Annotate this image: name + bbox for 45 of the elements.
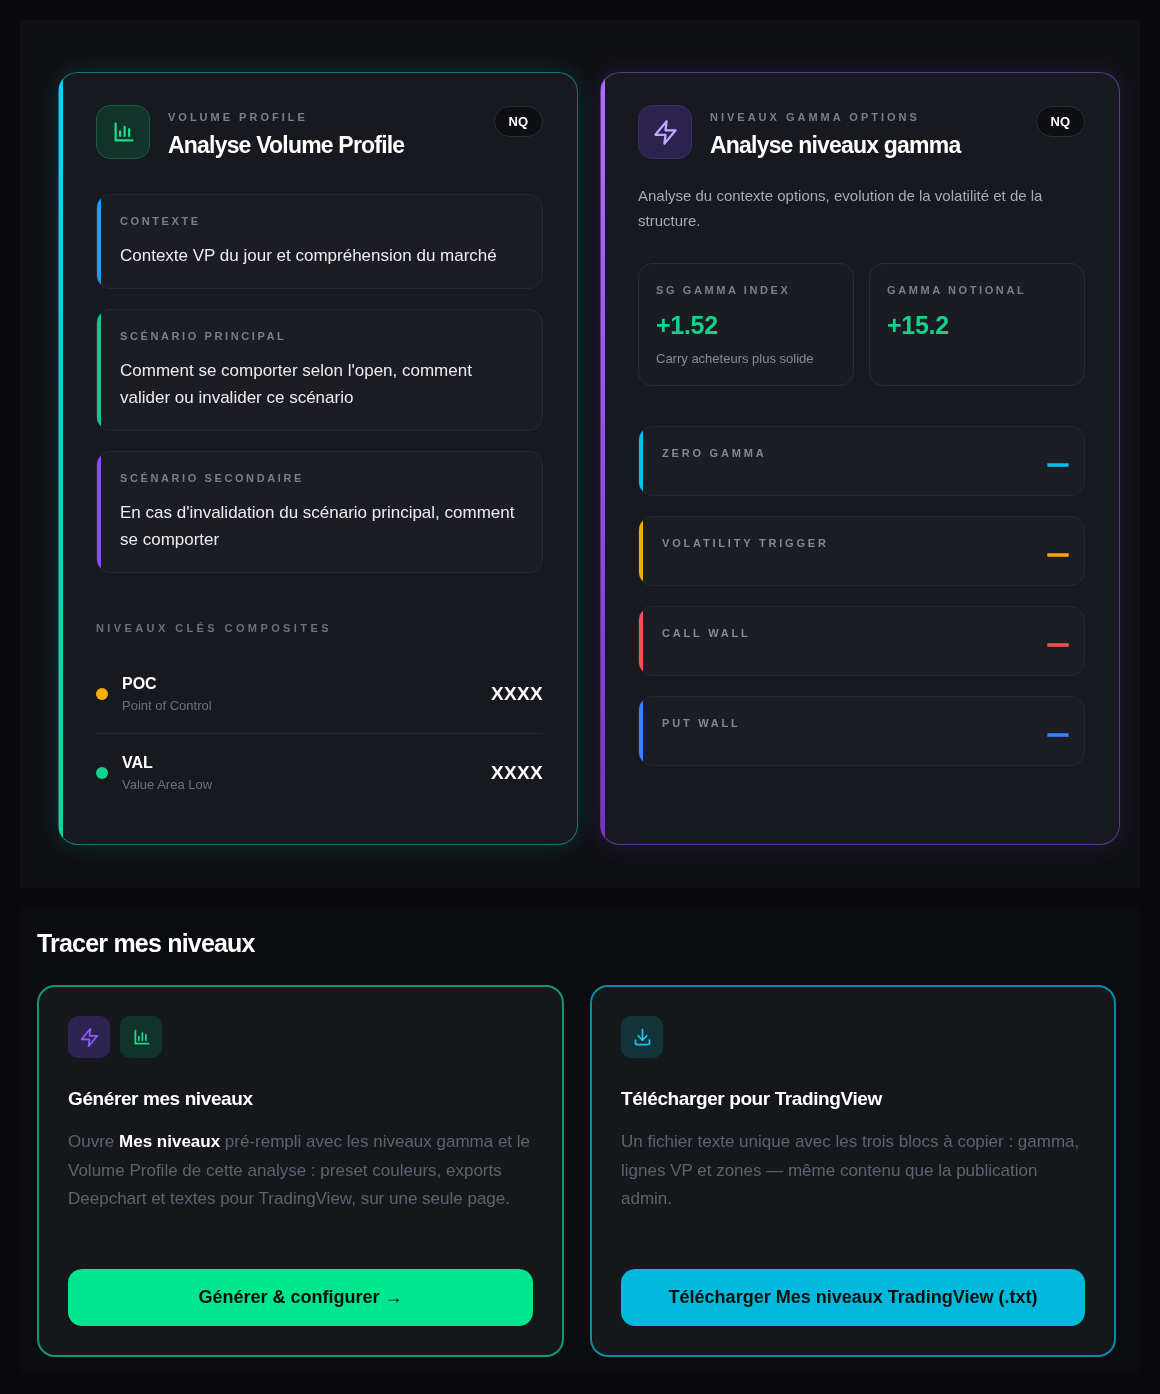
metric-value: +15.2 [887,310,950,340]
note-label: CONTEXTE [120,214,202,228]
card-title: Analyse niveaux gamma [710,131,963,159]
note-label: SCÉNARIO SECONDAIRE [120,471,305,485]
level-value: — [1048,633,1068,653]
card-title: Générer mes niveaux [68,1087,254,1111]
bar-chart-icon [120,1016,162,1058]
level-value: XXXX [491,761,543,785]
level-value: XXXX [491,682,543,706]
level-label: VOLATILITY TRIGGER [662,536,829,550]
card-description: Analyse du contexte options, evolution de la volatilité et de la structure. [638,186,1044,231]
card-description: Ouvre Mes niveaux pré-rempli avec les niveaux gamma et le Volume Profile de cette analyse : preset couleurs, exports Deepchart et textes pour TradingView, sur une seule page. [68,1131,532,1210]
note-text: Contexte VP du jour et compréhension du marché [120,245,498,267]
card-title: Analyse Volume Profile [168,131,406,159]
level-description: Value Area Low [122,776,213,793]
level-label: CALL WALL [662,626,751,640]
card-overline: NIVEAUX GAMMA OPTIONS [710,110,921,124]
card-overline: VOLUME PROFILE [168,110,309,124]
card-description: Un fichier texte unique avec les trois blocs à copier : gamma, lignes VP et zones — même contenu que la publication admin. [621,1131,1081,1210]
card-title: Télécharger pour TradingView [621,1087,884,1111]
level-description: Point of Control [122,697,212,714]
metric-value: +1.52 [656,310,719,340]
metric-note: Carry acheteurs plus solide [656,350,815,368]
section-heading: NIVEAUX CLÉS COMPOSITES [96,621,333,635]
download-button[interactable]: Télécharger Mes niveaux TradingView (.txt) [621,1269,1085,1326]
metric-label: GAMMA NOTIONAL [887,283,1028,297]
note-label: SCÉNARIO PRINCIPAL [120,329,288,343]
metric-label: SG GAMMA INDEX [656,283,792,297]
section-title: Tracer mes niveaux [37,928,256,958]
download-icon [621,1016,663,1058]
lightning-icon [638,105,692,159]
level-value: — [1048,543,1068,563]
level-value: — [1048,453,1068,473]
note-text: En cas d'invalidation du scénario principal, comment se comporter [120,502,516,551]
lightning-icon [68,1016,110,1058]
level-label: PUT WALL [662,716,741,730]
level-label: ZERO GAMMA [662,446,767,460]
symbol-badge: NQ [1035,106,1085,137]
bar-chart-icon [96,105,150,159]
generate-button[interactable]: Générer & configurer → [68,1269,533,1326]
symbol-badge: NQ [493,106,543,137]
level-value: — [1048,723,1068,743]
level-name: POC [122,674,158,694]
level-name: VAL [122,753,154,773]
note-text: Comment se comporter selon l'open, comment valider ou invalider ce scénario [120,360,473,409]
